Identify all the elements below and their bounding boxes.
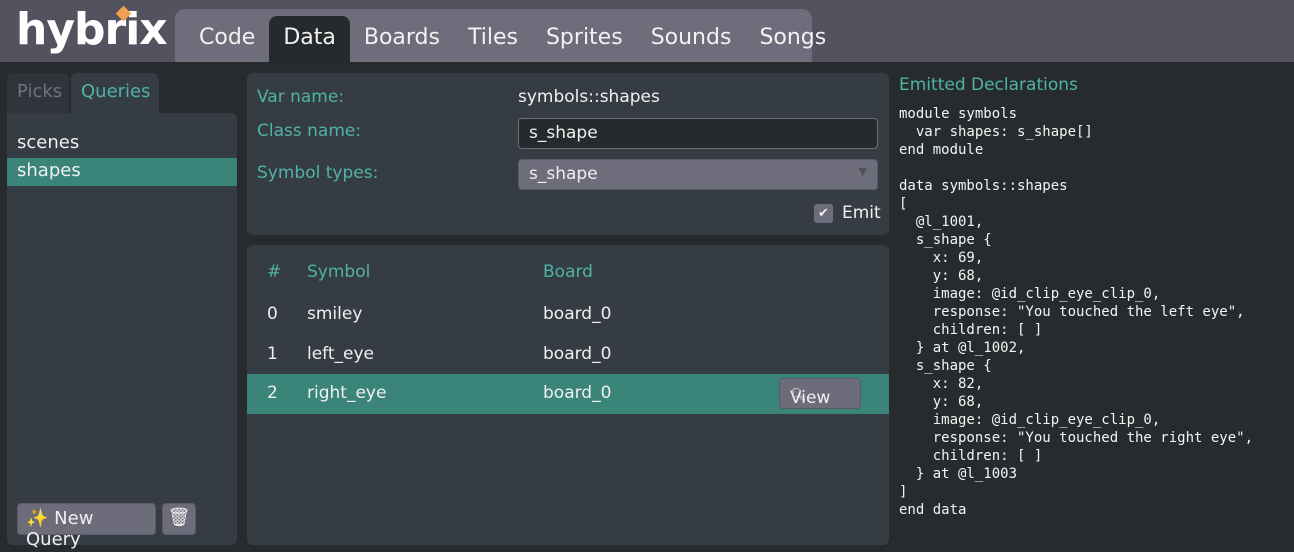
tab-tiles[interactable]: Tiles xyxy=(454,16,532,62)
sidebar: Picks Queries scenes shapes ✨ New Query … xyxy=(7,73,237,550)
tab-code[interactable]: Code xyxy=(185,16,269,62)
class-name-input[interactable]: s_shape xyxy=(518,118,878,149)
cell-symbol: right_eye xyxy=(307,383,387,403)
list-item[interactable]: scenes xyxy=(7,130,237,158)
emitted-code: module symbols var shapes: s_shape[] end… xyxy=(899,106,1254,518)
emit-label: Emit xyxy=(842,203,881,223)
cell-board: board_0 xyxy=(543,304,612,324)
var-name-value: symbols::shapes xyxy=(518,87,660,107)
cell-index: 0 xyxy=(267,304,278,324)
sparkles-icon: ✨ xyxy=(26,508,49,529)
main-tabs: Code Data Boards Tiles Sprites Sounds So… xyxy=(175,9,826,62)
cell-board: board_0 xyxy=(543,344,612,364)
emitted-panel: Emitted Declarations module symbols var … xyxy=(899,75,1253,519)
tab-sounds[interactable]: Sounds xyxy=(637,16,746,62)
cell-symbol: smiley xyxy=(307,304,363,324)
emitted-title: Emitted Declarations xyxy=(899,75,1078,95)
view-button[interactable]: 🔍︎ View xyxy=(779,378,861,409)
col-symbol: Symbol xyxy=(307,262,371,282)
cell-index: 1 xyxy=(267,344,278,364)
delete-button[interactable]: 🗑 xyxy=(162,503,196,535)
table-row[interactable]: 0 smiley board_0 xyxy=(247,295,889,335)
symbol-types-select[interactable]: s_shape ▼ xyxy=(518,159,878,190)
logo: hybrix xyxy=(16,4,168,55)
view-label: View xyxy=(790,388,831,408)
tab-picks[interactable]: Picks xyxy=(7,73,69,113)
tab-sprites[interactable]: Sprites xyxy=(532,16,637,62)
symbol-types-label: Symbol types: xyxy=(257,163,379,183)
cell-symbol: left_eye xyxy=(307,344,375,364)
tab-songs[interactable]: Songs xyxy=(745,16,840,62)
query-form: Var name: symbols::shapes Class name: s_… xyxy=(247,73,889,235)
tab-data[interactable]: Data xyxy=(269,16,350,62)
chevron-down-icon: ▼ xyxy=(858,165,867,178)
tab-queries[interactable]: Queries xyxy=(71,73,159,113)
emit-checkbox[interactable]: ✔ xyxy=(814,204,833,223)
table-row[interactable]: 1 left_eye board_0 xyxy=(247,335,889,375)
trash-icon: 🗑 xyxy=(167,507,191,528)
var-name-label: Var name: xyxy=(257,87,345,107)
class-name-label: Class name: xyxy=(257,121,362,141)
table-header: # Symbol Board xyxy=(247,253,889,293)
table-row[interactable]: 2 right_eye board_0 🔍︎ View xyxy=(247,374,889,414)
list-item[interactable]: shapes xyxy=(7,158,237,186)
symbols-table: # Symbol Board 0 smiley board_0 1 left_e… xyxy=(247,245,889,545)
top-bar: hybrix Code Data Boards Tiles Sprites So… xyxy=(0,0,1294,62)
col-index: # xyxy=(267,262,282,282)
tab-boards[interactable]: Boards xyxy=(350,16,454,62)
symbol-types-value: s_shape xyxy=(529,164,598,184)
col-board: Board xyxy=(543,262,593,282)
cell-board: board_0 xyxy=(543,383,612,403)
logo-text: hybrix xyxy=(16,4,168,55)
cell-index: 2 xyxy=(267,383,278,403)
query-list: scenes shapes xyxy=(7,113,237,545)
new-query-button[interactable]: ✨ New Query xyxy=(17,503,156,550)
